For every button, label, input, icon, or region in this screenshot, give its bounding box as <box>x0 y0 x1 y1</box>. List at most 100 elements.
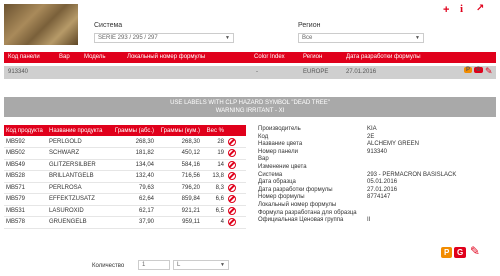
detail-key: Код <box>258 133 269 140</box>
result-row[interactable]: 913340 - EUROPE 27.01.2016 P G ✎ <box>4 66 496 79</box>
result-color-index: - <box>256 69 258 75</box>
detail-row: Дата образца 05.01.2016 <box>258 179 494 187</box>
col-panel-code[interactable]: Код панели <box>8 54 40 60</box>
weight-pct: 13,8 <box>202 170 226 183</box>
product-name: SCHWARZ <box>47 147 112 160</box>
result-region: EUROPE <box>303 69 329 75</box>
plus-icon[interactable]: + <box>443 4 449 16</box>
prohibited-icon[interactable] <box>228 160 236 169</box>
unit-select[interactable]: L ▼ <box>173 260 229 270</box>
g-badge-icon[interactable]: G <box>454 247 467 258</box>
table-row[interactable]: MB579 EFFEKTZUSATZ 62,64 859,84 6,6 <box>4 193 246 206</box>
detail-row: Номер формулы 8774147 <box>258 194 494 202</box>
table-row[interactable]: MB531 LASUROXID 62,17 921,21 6,5 <box>4 205 246 217</box>
pdf-icon[interactable]: ✎ <box>470 244 480 258</box>
prohibited-icon[interactable] <box>228 195 236 204</box>
grams-abs: 37,90 <box>112 216 156 229</box>
prohibited-icon[interactable] <box>228 172 236 181</box>
grams-abs: 62,64 <box>112 193 156 206</box>
col-formula-date[interactable]: Дата разработки формулы <box>346 54 421 60</box>
unit-value: L <box>177 262 181 268</box>
weight-pct: 8,3 <box>202 182 226 194</box>
detail-value: 27.01.2016 <box>367 186 398 193</box>
detail-value: KIA <box>367 126 377 132</box>
product-name: GLITZERSILBER <box>47 159 112 171</box>
g-badge-icon[interactable]: G <box>474 67 483 73</box>
col-product-name[interactable]: Название продукта <box>47 125 112 136</box>
detail-key: Формула разработана для образца <box>258 209 357 216</box>
detail-value: 8774147 <box>367 194 391 201</box>
product-code: MB579 <box>4 193 47 206</box>
detail-row: Официальная Ценовая группа II <box>258 217 494 225</box>
result-date: 27.01.2016 <box>346 69 377 75</box>
table-row[interactable]: MB592 PERLGOLD 268,30 268,30 28 <box>4 136 246 148</box>
detail-row: Производитель KIA <box>258 126 494 134</box>
detail-row: Изменение цвета <box>258 164 494 172</box>
weight-pct: 19 <box>202 147 226 160</box>
quantity-value: 1 <box>142 262 146 268</box>
warning-line-2: WARNING IRRITANT - XI <box>215 108 285 114</box>
product-code: MB592 <box>4 136 47 148</box>
region-select[interactable]: Все ▼ <box>298 33 424 43</box>
table-row[interactable]: MB578 GRUENGELB 37,90 959,11 4 <box>4 216 246 229</box>
product-code: MB531 <box>4 205 47 217</box>
product-code: MB502 <box>4 147 47 160</box>
detail-row: Код 2E <box>258 134 494 142</box>
detail-row: Название цвета ALCHEMY GREEN <box>258 141 494 149</box>
col-region[interactable]: Регион <box>303 54 322 60</box>
col-weight-pct[interactable]: Вес % <box>202 125 226 136</box>
detail-row: Формула разработана для образца <box>258 210 494 218</box>
remove-cell <box>226 170 246 183</box>
table-row[interactable]: MB549 GLITZERSILBER 134,04 584,16 14 <box>4 159 246 171</box>
detail-key: Номер панели <box>258 148 299 155</box>
system-select[interactable]: SERIE 293 / 295 / 297 ▼ <box>94 33 234 43</box>
col-var[interactable]: Вар <box>59 54 70 60</box>
external-link-icon[interactable]: ↗ <box>476 3 484 14</box>
col-product-code[interactable]: Код продукта <box>4 125 47 136</box>
warning-line-1: USE LABELS WITH CLP HAZARD SYMBOL "DEAD … <box>170 100 330 106</box>
table-row[interactable]: MB502 SCHWARZ 181,82 450,12 19 <box>4 147 246 160</box>
pdf-icon[interactable]: ✎ <box>485 66 493 77</box>
detail-key: Производитель <box>258 126 301 132</box>
weight-pct: 4 <box>202 216 226 229</box>
col-model[interactable]: Модель <box>84 54 106 60</box>
prohibited-icon[interactable] <box>228 149 236 158</box>
product-name: EFFEKTZUSATZ <box>47 193 112 206</box>
product-code: MB578 <box>4 216 47 229</box>
prohibited-icon[interactable] <box>228 206 236 215</box>
col-grams-cum[interactable]: Граммы (кум.) <box>156 125 202 136</box>
components-table: Код продукта Название продукта Граммы (а… <box>4 125 246 229</box>
quantity-input[interactable]: 1 <box>138 260 170 270</box>
hazard-warning: USE LABELS WITH CLP HAZARD SYMBOL "DEAD … <box>4 97 496 117</box>
chevron-down-icon: ▼ <box>225 35 230 41</box>
chevron-down-icon: ▼ <box>220 262 225 268</box>
result-code: 913340 <box>8 69 29 75</box>
detail-value: 293 - PERMACRON BASISLACK <box>367 171 457 178</box>
grams-cum: 859,84 <box>156 193 202 206</box>
detail-row: Система 293 - PERMACRON BASISLACK <box>258 172 494 180</box>
col-grams-abs[interactable]: Граммы (абс.) <box>112 125 156 136</box>
detail-key: Номер формулы <box>258 194 305 201</box>
remove-cell <box>226 216 246 229</box>
info-icon[interactable]: i <box>460 3 463 15</box>
product-code: MB571 <box>4 182 47 194</box>
prohibited-icon[interactable] <box>228 218 236 227</box>
detail-value: 913340 <box>367 148 388 155</box>
p-badge-icon[interactable]: P <box>441 247 453 258</box>
col-color-index[interactable]: Color Index <box>254 54 285 60</box>
table-row[interactable]: MB528 BRILLANTGELB 132,40 716,56 13,8 <box>4 170 246 183</box>
table-row[interactable]: MB571 PERLROSA 79,63 796,20 8,3 <box>4 182 246 194</box>
product-name: PERLGOLD <box>47 136 112 148</box>
detail-value: II <box>367 217 371 224</box>
prohibited-icon[interactable] <box>228 183 236 192</box>
detail-row: Номер панели 913340 <box>258 149 494 157</box>
detail-value: ALCHEMY GREEN <box>367 141 419 148</box>
prohibited-icon[interactable] <box>228 137 236 146</box>
product-code: MB528 <box>4 170 47 183</box>
remove-cell <box>226 136 246 148</box>
region-label: Регион <box>298 22 321 29</box>
detail-key: Система <box>258 171 283 178</box>
p-badge-icon[interactable]: P <box>464 67 473 73</box>
grams-abs: 268,30 <box>112 136 156 148</box>
col-local-formula[interactable]: Локальный номер формулы <box>127 54 205 60</box>
